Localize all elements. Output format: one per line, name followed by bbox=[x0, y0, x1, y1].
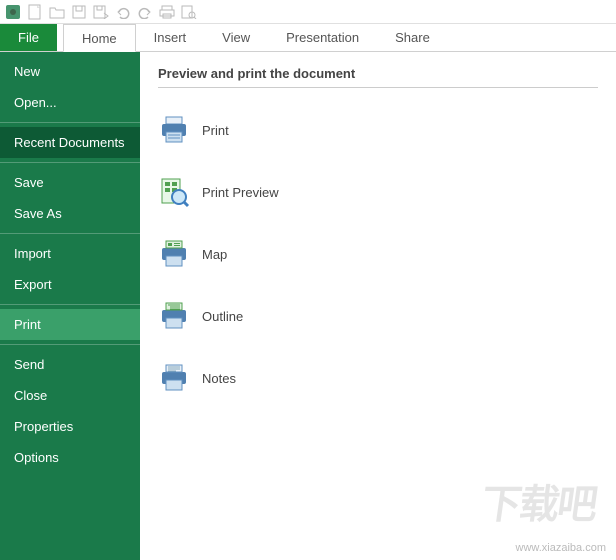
open-icon[interactable] bbox=[48, 3, 66, 21]
print-icon[interactable] bbox=[158, 3, 176, 21]
sidebar-item-close[interactable]: Close bbox=[0, 380, 140, 411]
map-label: Map bbox=[202, 247, 227, 262]
map-button[interactable]: Map bbox=[158, 230, 598, 292]
sidebar-item-saveas[interactable]: Save As bbox=[0, 198, 140, 229]
map-print-icon bbox=[158, 238, 190, 270]
outline-print-icon bbox=[158, 300, 190, 332]
sidebar-separator bbox=[0, 162, 140, 163]
sidebar-item-import[interactable]: Import bbox=[0, 238, 140, 269]
save-as-icon[interactable] bbox=[92, 3, 110, 21]
file-menu-sidebar: New Open... Recent Documents Save Save A… bbox=[0, 52, 140, 560]
ribbon-tabs: File Home Insert View Presentation Share bbox=[0, 24, 616, 52]
sidebar-separator bbox=[0, 122, 140, 123]
notes-print-icon bbox=[158, 362, 190, 394]
tab-view[interactable]: View bbox=[204, 24, 268, 51]
printer-icon bbox=[158, 114, 190, 146]
sidebar-item-new[interactable]: New bbox=[0, 56, 140, 87]
save-icon[interactable] bbox=[70, 3, 88, 21]
sidebar-item-send[interactable]: Send bbox=[0, 349, 140, 380]
tab-presentation[interactable]: Presentation bbox=[268, 24, 377, 51]
quick-access-toolbar bbox=[0, 0, 616, 24]
notes-label: Notes bbox=[202, 371, 236, 386]
sidebar-item-recent[interactable]: Recent Documents bbox=[0, 127, 140, 158]
sidebar-separator bbox=[0, 233, 140, 234]
tab-file[interactable]: File bbox=[0, 24, 57, 51]
sidebar-item-save[interactable]: Save bbox=[0, 167, 140, 198]
tab-insert[interactable]: Insert bbox=[136, 24, 205, 51]
print-panel: Preview and print the document Print Pri… bbox=[140, 52, 616, 560]
app-icon bbox=[4, 3, 22, 21]
tab-share[interactable]: Share bbox=[377, 24, 448, 51]
outline-button[interactable]: Outline bbox=[158, 292, 598, 354]
print-preview-button[interactable]: Print Preview bbox=[158, 168, 598, 230]
sidebar-item-options[interactable]: Options bbox=[0, 442, 140, 473]
print-label: Print bbox=[202, 123, 229, 138]
sidebar-item-print[interactable]: Print bbox=[0, 309, 140, 340]
sidebar-separator bbox=[0, 344, 140, 345]
panel-title: Preview and print the document bbox=[158, 66, 598, 88]
new-file-icon[interactable] bbox=[26, 3, 44, 21]
sidebar-item-open[interactable]: Open... bbox=[0, 87, 140, 118]
sidebar-item-properties[interactable]: Properties bbox=[0, 411, 140, 442]
redo-icon[interactable] bbox=[136, 3, 154, 21]
backstage: New Open... Recent Documents Save Save A… bbox=[0, 52, 616, 560]
sidebar-separator bbox=[0, 304, 140, 305]
notes-button[interactable]: Notes bbox=[158, 354, 598, 416]
print-button[interactable]: Print bbox=[158, 106, 598, 168]
sidebar-item-export[interactable]: Export bbox=[0, 269, 140, 300]
print-preview-icon bbox=[158, 176, 190, 208]
print-preview-icon[interactable] bbox=[180, 3, 198, 21]
print-preview-label: Print Preview bbox=[202, 185, 279, 200]
outline-label: Outline bbox=[202, 309, 243, 324]
tab-home[interactable]: Home bbox=[63, 24, 136, 52]
undo-icon[interactable] bbox=[114, 3, 132, 21]
